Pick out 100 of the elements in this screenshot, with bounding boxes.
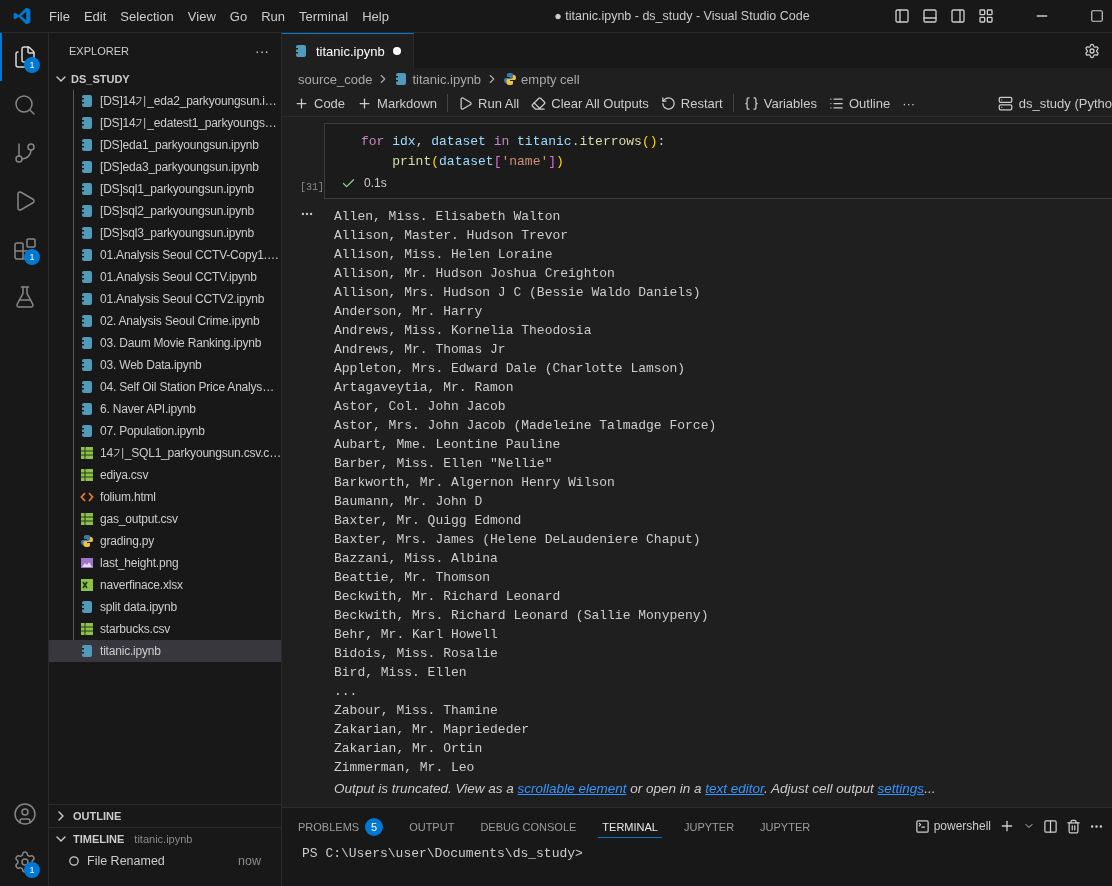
panel-tab[interactable]: OUTPUT — [405, 814, 459, 838]
explorer-entry[interactable]: 6. Naver API.ipynb — [49, 398, 281, 420]
explorer-entry[interactable]: 01.Analysis Seoul CCTV2.ipynb — [49, 288, 281, 310]
panel-tab[interactable]: JUPYTER — [679, 814, 739, 838]
notebook-file-icon — [80, 116, 94, 130]
timeline-entry[interactable]: File Renamed now — [49, 850, 281, 872]
server-icon — [997, 95, 1013, 111]
testing-icon — [13, 285, 37, 309]
toolbar-button[interactable]: Restart — [656, 93, 727, 113]
toggle-secondary-sidebar-icon[interactable] — [950, 8, 966, 24]
toggle-sidebar-icon[interactable] — [894, 8, 910, 24]
trash-icon[interactable] — [1066, 818, 1081, 834]
maximize-icon[interactable] — [1090, 9, 1104, 23]
window-title: ● titanic.ipynb - ds_study - Visual Studio Code — [553, 9, 811, 23]
customize-layout-icon[interactable] — [978, 8, 994, 24]
explorer-entry[interactable]: split data.ipynb — [49, 596, 281, 618]
output-line: Anderson, Mr. Harry — [334, 303, 484, 321]
explorer-entry[interactable]: 01.Analysis Seoul CCTV.ipynb — [49, 266, 281, 288]
explorer-entry[interactable]: grading.py — [49, 530, 281, 552]
terminal-picker[interactable]: powershell — [914, 818, 991, 834]
toggle-panel-icon[interactable] — [922, 8, 938, 24]
explorer-entry[interactable]: [DS]sql1_parkyoungsun.ipynb — [49, 178, 281, 200]
explorer-entry[interactable]: 03. Web Data.ipynb — [49, 354, 281, 376]
new-terminal-icon[interactable] — [999, 818, 1015, 834]
toolbar-button[interactable]: Markdown — [353, 93, 442, 113]
output-line: ... — [334, 683, 359, 701]
notebook-file-icon — [80, 138, 94, 152]
explorer-entry[interactable]: ediya.csv — [49, 464, 281, 486]
output-line: Baumann, Mr. John D — [334, 493, 484, 511]
editor-tab[interactable]: titanic.ipynb — [282, 33, 414, 68]
explorer-entry[interactable]: folium.html — [49, 486, 281, 508]
explorer-entry[interactable]: 07. Population.ipynb — [49, 420, 281, 442]
folder-header[interactable]: DS_STUDY — [49, 68, 281, 90]
extensions-activity-icon[interactable]: 1 — [0, 225, 48, 273]
explorer-entry[interactable]: 14기_SQL1_parkyoungsun.csv.c… — [49, 442, 281, 464]
more-button[interactable]: ··· — [898, 93, 920, 113]
output-line: Bidois, Miss. Rosalie — [334, 645, 499, 663]
sidebar-title: EXPLORER — [69, 44, 129, 57]
panel-tab[interactable]: PROBLEMS 5 — [294, 811, 388, 841]
variables-icon — [743, 95, 759, 111]
split-icon[interactable] — [1043, 818, 1058, 834]
breadcrumb-item[interactable]: empty cell — [521, 71, 580, 87]
menu-item[interactable]: File — [42, 8, 77, 24]
execution-count: [31] — [299, 182, 324, 195]
explorer-entry[interactable]: [DS]eda1_parkyoungsun.ipynb — [49, 134, 281, 156]
explorer-entry[interactable]: 02. Analysis Seoul Crime.ipynb — [49, 310, 281, 332]
section-title: TIMELINE — [73, 833, 125, 845]
explorer-entry[interactable]: titanic.ipynb — [49, 640, 281, 662]
menu-item[interactable]: Help — [355, 8, 396, 24]
toolbar-button[interactable]: Variables — [739, 93, 821, 113]
python-icon — [80, 534, 94, 548]
code-cell[interactable]: for idx, dataset in titanic.iterrows(): print(dataset['name']) 0.1s — [324, 123, 1112, 199]
menu-item[interactable]: Terminal — [292, 8, 356, 24]
breadcrumb-item[interactable]: source_code — [298, 71, 373, 87]
explorer-entry[interactable]: gas_output.csv — [49, 508, 281, 530]
panel-tab[interactable]: TERMINAL — [598, 814, 662, 838]
settings-icon[interactable] — [1084, 42, 1100, 59]
menu-item[interactable]: Selection — [113, 8, 181, 24]
menu-item[interactable]: Go — [222, 8, 255, 24]
menu-item[interactable]: Run — [254, 8, 292, 24]
toolbar-button[interactable]: Code — [290, 93, 350, 113]
run-duration: 0.1s — [364, 176, 387, 190]
output-line: Bird, Miss. Ellen — [334, 664, 468, 682]
explorer-entry[interactable]: 03. Daum Movie Ranking.ipynb — [49, 332, 281, 354]
explorer-entry[interactable]: naverfinace.xlsx — [49, 574, 281, 596]
explorer-entry[interactable]: [DS]14기_eda2_parkyoungsun.i… — [49, 90, 281, 112]
panel-tab[interactable]: DEBUG CONSOLE — [476, 814, 581, 838]
explorer-entry[interactable]: 01.Analysis Seoul CCTV-Copy1.… — [49, 244, 281, 266]
toolbar-button[interactable]: Run All — [454, 93, 524, 113]
unsaved-dot — [392, 47, 401, 55]
truncation-message: Output is truncated. View as a scrollable element or open in a text editor. Adjust cell output settings... — [334, 780, 937, 798]
breadcrumb-item[interactable]: titanic.ipynb — [412, 71, 482, 87]
explorer-entry[interactable]: [DS]sql3_parkyoungsun.ipynb — [49, 222, 281, 244]
table-file-icon — [80, 622, 94, 636]
notebook-file-icon — [294, 44, 308, 58]
section-header[interactable]: OUTLINE — [49, 804, 281, 827]
kernel-picker[interactable]: ds_study (Pytho — [997, 95, 1112, 111]
explorer-entry[interactable]: last_height.png — [49, 552, 281, 574]
panel-tab[interactable]: JUPYTER — [756, 814, 815, 838]
text-link[interactable]: settings — [877, 781, 925, 796]
explorer-entry[interactable]: starbucks.csv — [49, 618, 281, 640]
count-badge: 1 — [24, 57, 40, 73]
folder-name: DS_STUDY — [71, 73, 130, 85]
explorer-entry[interactable]: [DS]14기_edatest1_parkyoungs… — [49, 112, 281, 134]
table-file-icon — [80, 468, 94, 482]
explorer-entry[interactable]: 04. Self Oil Station Price Analys… — [49, 376, 281, 398]
explorer-entry[interactable]: [DS]eda3_parkyoungsun.ipynb — [49, 156, 281, 178]
more-actions-button[interactable]: ··· — [255, 42, 269, 59]
settings-icon — [13, 850, 37, 874]
menu-item[interactable]: Edit — [76, 8, 114, 24]
circle-icon — [69, 856, 79, 866]
menu-item[interactable]: View — [180, 8, 223, 24]
text-link[interactable]: text editor — [705, 781, 764, 796]
explorer-entry[interactable]: [DS]sql2_parkyoungsun.ipynb — [49, 200, 281, 222]
section-header[interactable]: TIMELINE titanic.ipynb — [49, 827, 281, 850]
code-line: print(dataset['name']) — [391, 153, 565, 171]
manage-activity-icon[interactable]: 1 — [0, 838, 48, 886]
toolbar-button[interactable]: Clear All Outputs — [527, 93, 653, 113]
toolbar-button[interactable]: Outline — [824, 93, 895, 113]
text-link[interactable]: scrollable element — [517, 781, 627, 796]
